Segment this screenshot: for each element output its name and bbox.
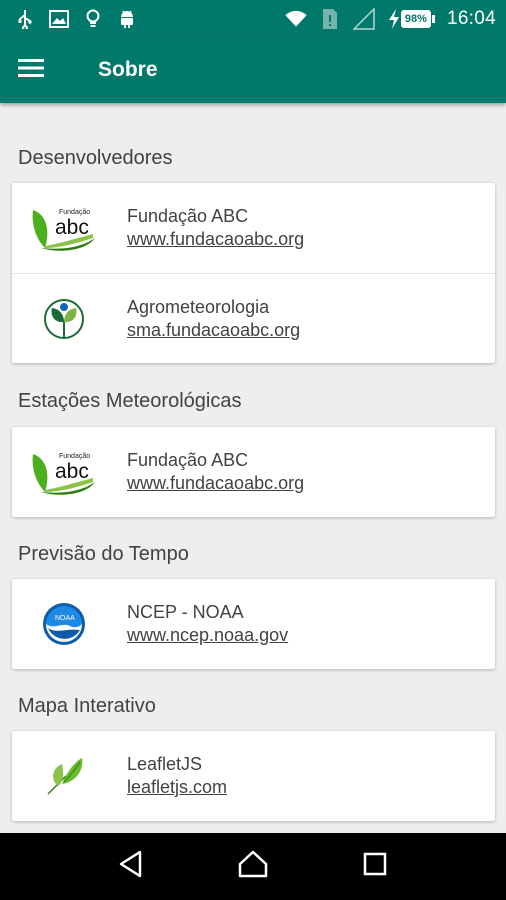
fundacao-abc-logo: Fundação abc	[28, 201, 100, 255]
section-title-developers: Desenvolvedores	[18, 147, 173, 169]
item-link[interactable]: sma.fundacaoabc.org	[127, 318, 300, 342]
logo-small-text: Fundação	[59, 453, 90, 460]
leaflet-logo	[28, 749, 100, 803]
map-card: LeafletJS leafletjs.com	[12, 731, 495, 821]
item-link[interactable]: leafletjs.com	[127, 775, 227, 799]
lightbulb-icon	[82, 8, 104, 30]
recents-icon	[363, 852, 387, 881]
home-icon	[238, 850, 268, 883]
fundacao-abc-logo: Fundação abc	[28, 445, 100, 499]
back-icon	[118, 850, 144, 883]
sim-icon	[319, 8, 341, 30]
list-item: LeafletJS leafletjs.com	[12, 731, 495, 821]
app-bar: Sobre	[0, 37, 506, 103]
section-title-forecast: Previsão do Tempo	[18, 543, 189, 565]
item-name: Agrometeorologia	[127, 297, 270, 317]
usb-icon	[14, 8, 36, 30]
item-name: Fundação ABC	[127, 206, 249, 226]
wifi-icon	[285, 8, 307, 30]
recents-button[interactable]	[350, 842, 400, 892]
about-content[interactable]: Desenvolvedores Fundação abc Fundação AB…	[0, 103, 506, 833]
battery-tip	[431, 14, 435, 23]
list-item: Fundação abc Fundação ABC www.fundacaoab…	[12, 427, 495, 517]
item-name: LeafletJS	[127, 754, 203, 774]
navigation-bar	[0, 833, 506, 900]
list-item: Fundação abc Fundação ABC www.fundacaoab…	[12, 183, 495, 273]
battery-level: 98%	[400, 9, 431, 28]
clock: 16:04	[446, 7, 496, 29]
item-name: Fundação ABC	[127, 450, 249, 470]
image-icon	[48, 8, 70, 30]
forecast-card: NOAA NCEP - NOAA www.ncep.noaa.gov	[12, 579, 495, 669]
charging-icon	[387, 8, 401, 30]
menu-button[interactable]	[0, 37, 62, 103]
battery-indicator: 98%	[387, 8, 435, 30]
android-icon	[116, 8, 138, 30]
item-link[interactable]: www.ncep.noaa.gov	[127, 623, 288, 647]
menu-icon	[18, 58, 44, 83]
section-title-stations: Estações Meteorológicas	[18, 390, 242, 412]
agrometeorologia-logo	[28, 292, 100, 346]
noaa-logo: NOAA	[28, 597, 100, 651]
logo-abc-text: abc	[55, 460, 89, 483]
stations-card: Fundação abc Fundação ABC www.fundacaoab…	[12, 427, 495, 517]
signal-icon	[352, 7, 375, 30]
list-item: Agrometeorologia sma.fundacaoabc.org	[12, 273, 495, 363]
home-button[interactable]	[228, 842, 278, 892]
developers-card: Fundação abc Fundação ABC www.fundacaoab…	[12, 183, 495, 363]
noaa-text: NOAA	[55, 615, 75, 622]
list-item: NOAA NCEP - NOAA www.ncep.noaa.gov	[12, 579, 495, 669]
logo-small-text: Fundação	[59, 209, 90, 216]
item-name: NCEP - NOAA	[127, 602, 244, 622]
item-link[interactable]: www.fundacaoabc.org	[127, 227, 304, 251]
page-title: Sobre	[98, 58, 158, 81]
logo-abc-text: abc	[55, 216, 89, 239]
item-link[interactable]: www.fundacaoabc.org	[127, 471, 304, 495]
status-bar: 98% 16:04	[0, 0, 506, 37]
back-button[interactable]	[106, 842, 156, 892]
section-title-map: Mapa Interativo	[18, 695, 156, 717]
